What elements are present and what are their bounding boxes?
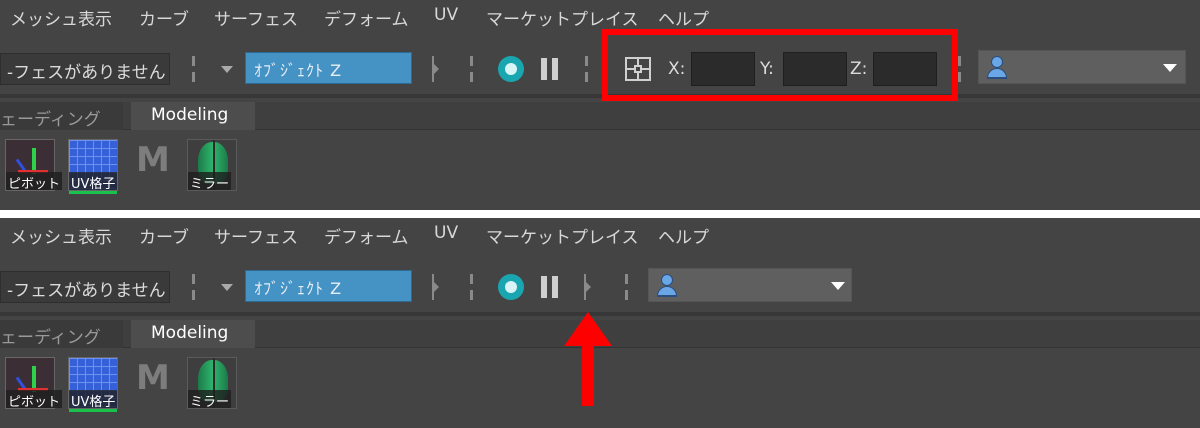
- object-name-text: ｵﾌﾞｼﾞｪｸﾄ Z: [254, 61, 343, 80]
- toolbar-grip[interactable]: [470, 56, 473, 82]
- pause-icon[interactable]: [541, 276, 559, 298]
- chevron-down-icon[interactable]: [221, 284, 233, 291]
- toolbar-grip[interactable]: [625, 274, 628, 300]
- tab-shading[interactable]: ェーディング: [0, 320, 123, 348]
- m-logo-icon[interactable]: M: [136, 143, 172, 177]
- status-line: -フェスがありません ｵﾌﾞｼﾞｪｸﾄ Z: [0, 254, 1200, 316]
- selection-mask-field[interactable]: -フェスがありません: [0, 271, 170, 303]
- dropdown-arrow-icon: [1163, 64, 1177, 72]
- expand-chevron-icon[interactable]: [582, 274, 592, 300]
- menu-uv[interactable]: UV: [434, 5, 458, 25]
- menu-curves[interactable]: カーブ: [139, 5, 189, 30]
- shelf: ピボット UV格子 M ミラー: [0, 349, 1200, 428]
- toolbar-grip[interactable]: [585, 56, 588, 82]
- red-arrow-icon: [564, 312, 612, 346]
- user-icon: [657, 274, 677, 298]
- toolbar-grip[interactable]: [958, 56, 961, 82]
- red-arrow-shaft: [582, 342, 594, 406]
- mirror-tool-button[interactable]: ミラー: [187, 139, 237, 192]
- mirror-tool-label: ミラー: [188, 390, 232, 410]
- highlight-box: [602, 29, 958, 101]
- mirror-tool-button[interactable]: ミラー: [187, 357, 237, 410]
- menu-surfaces[interactable]: サーフェス: [214, 5, 298, 30]
- uv-grid-icon: [69, 409, 117, 412]
- shelf-tab-bar: ェーディング Modeling: [0, 102, 1200, 130]
- object-name-text: ｵﾌﾞｼﾞｪｸﾄ Z: [254, 279, 343, 298]
- menu-deform[interactable]: デフォーム: [324, 5, 409, 30]
- uv-grid-label: UV格子: [69, 390, 118, 410]
- menu-curves[interactable]: カーブ: [139, 223, 189, 248]
- record-icon[interactable]: [498, 56, 524, 82]
- dropdown-arrow-icon: [831, 282, 845, 290]
- chevron-down-icon[interactable]: [221, 66, 233, 73]
- toolbar-grip[interactable]: [470, 274, 473, 300]
- user-dropdown[interactable]: [648, 268, 852, 302]
- uv-grid-icon: [69, 191, 117, 194]
- object-name-field[interactable]: ｵﾌﾞｼﾞｪｸﾄ Z: [245, 52, 412, 84]
- maya-ui-before: メッシュ表示 カーブ サーフェス デフォーム UV マーケットプレイス ヘルプ …: [0, 0, 1200, 210]
- menu-mesh-display[interactable]: メッシュ表示: [10, 5, 112, 30]
- selection-mask-field[interactable]: -フェスがありません: [0, 53, 170, 85]
- pivot-tool-button[interactable]: ピボット: [5, 357, 63, 410]
- menu-surfaces[interactable]: サーフェス: [214, 223, 298, 248]
- object-name-field[interactable]: ｵﾌﾞｼﾞｪｸﾄ Z: [245, 270, 412, 302]
- shelf: ピボット UV格子 M ミラー: [0, 131, 1200, 210]
- menu-help[interactable]: ヘルプ: [658, 5, 709, 30]
- menu-mesh-display[interactable]: メッシュ表示: [10, 223, 112, 248]
- menu-marketplace[interactable]: マーケットプレイス: [486, 223, 639, 248]
- uv-grid-label: UV格子: [69, 172, 118, 192]
- mirror-tool-label: ミラー: [188, 172, 232, 192]
- selection-mask-label: -フェスがありません: [7, 281, 166, 301]
- menu-bar: メッシュ表示 カーブ サーフェス デフォーム UV マーケットプレイス ヘルプ: [0, 218, 1200, 250]
- tab-modeling[interactable]: Modeling: [131, 320, 255, 348]
- menu-help[interactable]: ヘルプ: [658, 223, 709, 248]
- menu-uv[interactable]: UV: [434, 223, 458, 243]
- pivot-tool-button[interactable]: ピボット: [5, 139, 63, 192]
- tab-modeling[interactable]: Modeling: [131, 102, 255, 130]
- user-dropdown[interactable]: [978, 50, 1186, 84]
- pause-icon[interactable]: [541, 58, 559, 80]
- record-icon[interactable]: [498, 274, 524, 300]
- menu-bar: メッシュ表示 カーブ サーフェス デフォーム UV マーケットプレイス ヘルプ: [0, 0, 1200, 32]
- tab-shading[interactable]: ェーディング: [0, 102, 123, 130]
- collapse-chevron-icon[interactable]: [430, 274, 440, 300]
- menu-marketplace[interactable]: マーケットプレイス: [486, 5, 639, 30]
- selection-mask-label: -フェスがありません: [7, 63, 166, 83]
- pivot-tool-label: ピボット: [6, 172, 63, 192]
- collapse-chevron-icon[interactable]: [430, 56, 440, 82]
- uv-grid-button[interactable]: UV格子: [68, 139, 118, 194]
- toolbar-grip[interactable]: [192, 274, 195, 300]
- m-logo-icon[interactable]: M: [136, 361, 172, 395]
- pivot-tool-label: ピボット: [6, 390, 63, 410]
- uv-grid-button[interactable]: UV格子: [68, 357, 118, 412]
- user-icon: [987, 56, 1007, 80]
- toolbar-grip[interactable]: [192, 56, 195, 82]
- menu-deform[interactable]: デフォーム: [324, 223, 409, 248]
